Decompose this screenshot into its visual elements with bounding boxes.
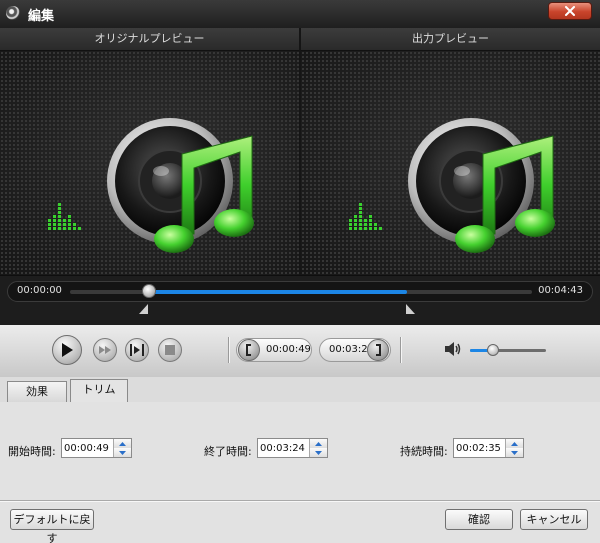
start-time-spinner[interactable] [61,438,132,458]
tab-strip: 効果 トリム [0,377,600,403]
trim-end-marker[interactable] [406,304,416,314]
original-preview-label: オリジナルプレビュー [0,28,299,51]
tab-effects[interactable]: 効果 [7,381,67,402]
arrow-down-icon [119,450,126,455]
fast-forward-button[interactable] [93,338,117,362]
arrow-up-icon [315,441,322,446]
output-preview-label: 出力プレビュー [301,28,600,51]
play-icon [62,343,73,357]
start-time-label: 開始時間: [8,445,56,458]
end-time-label: 終了時間: [204,445,252,458]
tab-trim[interactable]: トリム [70,379,128,403]
end-time-display: 00:03:24 [319,338,391,362]
window-title: 編集 [28,9,55,24]
trim-frame-button[interactable] [125,338,149,362]
playback-controls: 00:00:49 00:03:24 [0,325,600,378]
duration-spin-buttons [505,439,523,457]
cancel-button[interactable]: キャンセル [520,509,588,530]
output-preview-pane: 出力プレビュー [301,28,600,275]
timeline-start-time: 00:00:00 [17,285,62,296]
timeline-track[interactable] [70,284,532,298]
duration-label: 持続時間: [400,445,448,458]
start-time-down-button[interactable] [114,448,131,457]
volume-thumb[interactable] [486,344,499,356]
end-time-spinner[interactable] [257,438,328,458]
trim-frame-icon [130,344,144,356]
preview-area: オリジナルプレビュー 出力プレビュー [0,28,600,275]
original-preview-view [0,51,299,275]
bracket-right-icon [376,344,381,356]
timeline: 00:00:00 00:04:43 [0,275,600,326]
start-time-display: 00:00:49 [236,338,312,362]
reset-defaults-button[interactable]: デフォルトに戻す [10,509,94,543]
timeline-playhead[interactable] [141,284,156,298]
duration-spinner[interactable] [453,438,524,458]
content-divider [0,500,600,501]
close-icon [565,6,575,16]
arrow-down-icon [511,450,518,455]
edit-window: 編集 オリジナルプレビュー 出力プレビュー 00:00:00 00:04:43 … [0,0,600,543]
timeline-selection-fill [148,290,408,294]
speaker-music-note-icon [349,118,555,253]
end-time-down-button[interactable] [310,448,327,457]
end-time-input[interactable] [260,440,310,456]
output-preview-view [301,51,600,275]
controls-separator [228,337,229,363]
end-time-spin-buttons [309,439,327,457]
trim-start-marker[interactable] [138,304,148,314]
play-button[interactable] [52,335,82,365]
title-bar: 編集 [0,0,600,28]
controls-separator [400,337,401,363]
set-end-button[interactable] [367,339,389,361]
original-preview-pane: オリジナルプレビュー [0,28,299,275]
bracket-left-icon [246,344,251,356]
stop-button[interactable] [158,338,182,362]
timeline-bar: 00:00:00 00:04:43 [7,281,593,302]
ok-button[interactable]: 確認 [445,509,513,530]
fast-forward-icon [99,346,111,354]
set-start-button[interactable] [238,339,260,361]
app-logo-icon [6,6,20,20]
start-time-text: 00:00:49 [266,344,311,355]
stop-icon [165,345,175,355]
arrow-up-icon [119,441,126,446]
arrow-down-icon [315,450,322,455]
close-button[interactable] [548,2,592,20]
timeline-end-time: 00:04:43 [538,285,583,296]
speaker-music-note-icon [48,118,254,253]
arrow-up-icon [511,441,518,446]
start-time-input[interactable] [64,440,114,456]
volume-slider[interactable] [470,344,546,356]
duration-down-button[interactable] [506,448,523,457]
volume-icon[interactable] [444,341,462,357]
trim-panel: 開始時間: 終了時間: 持続時間: デフォルトに戻す 確 [0,402,600,543]
duration-input[interactable] [456,440,506,456]
start-time-spin-buttons [113,439,131,457]
